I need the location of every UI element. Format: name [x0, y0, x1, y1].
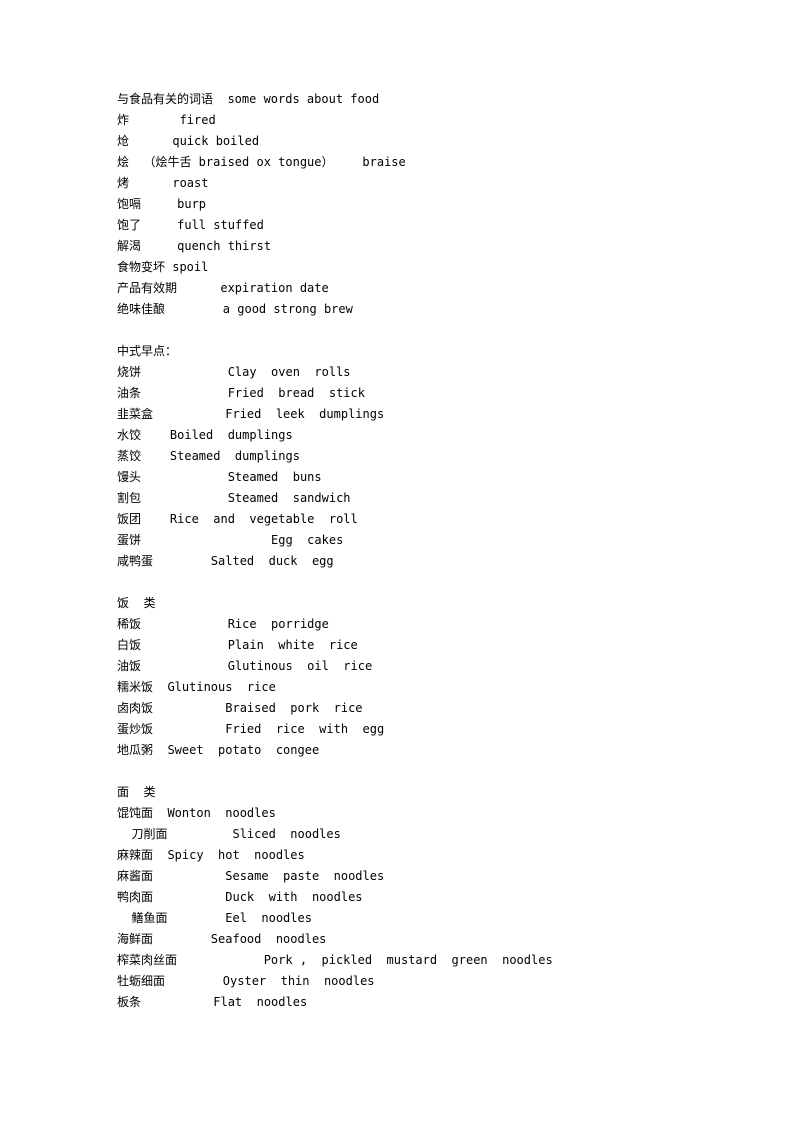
entry-line: 卤肉饭 Braised pork rice [117, 701, 363, 715]
entry-line: 割包 Steamed sandwich [117, 491, 351, 505]
entry-line: 饱了 full stuffed [117, 218, 264, 232]
entry-line: 鸭肉面 Duck with noodles [117, 890, 363, 904]
entry-line: 榨菜肉丝面 Pork , pickled mustard green noodl… [117, 953, 553, 967]
entry-line: 炝 quick boiled [117, 134, 260, 148]
entry-line: 蒸饺 Steamed dumplings [117, 449, 300, 463]
section-heading-noodles-category: 面 类 [117, 785, 156, 799]
entry-line: 鳝鱼面 Eel noodles [117, 911, 312, 925]
entry-line: 绝味佳酿 a good strong brew [117, 302, 353, 316]
entry-line: 稀饭 Rice porridge [117, 617, 329, 631]
entry-line: 海鲜面 Seafood noodles [117, 932, 327, 946]
entry-line: 烧饼 Clay oven rolls [117, 365, 351, 379]
entry-line: 地瓜粥 Sweet potato congee [117, 743, 320, 757]
entry-line: 烩 （烩牛舌 braised ox tongue） braise [117, 155, 406, 169]
entry-line: 麻辣面 Spicy hot noodles [117, 848, 305, 862]
section-heading-rice-category: 饭 类 [117, 596, 156, 610]
entry-line: 牡蛎细面 Oyster thin noodles [117, 974, 375, 988]
section-heading-food-words: 与食品有关的词语 some words about food [117, 92, 380, 106]
entry-line: 蛋饼 Egg cakes [117, 533, 344, 547]
entry-line: 刀削面 Sliced noodles [117, 827, 341, 841]
entry-line: 食物变坏 spoil [117, 260, 209, 274]
entry-line: 馄饨面 Wonton noodles [117, 806, 276, 820]
entry-line: 板条 Flat noodles [117, 995, 308, 1009]
entry-line: 油条 Fried bread stick [117, 386, 365, 400]
entry-line: 饱嗝 burp [117, 197, 207, 211]
entry-line: 糯米饭 Glutinous rice [117, 680, 276, 694]
entry-line: 白饭 Plain white rice [117, 638, 358, 652]
entry-line: 饭团 Rice and vegetable roll [117, 512, 358, 526]
entry-line: 烤 roast [117, 176, 209, 190]
entry-line: 油饭 Glutinous oil rice [117, 659, 373, 673]
document-page: 与食品有关的词语 some words about food 炸 fired 炝 q… [0, 0, 794, 1123]
entry-line: 韭菜盒 Fried leek dumplings [117, 407, 385, 421]
entry-line: 水饺 Boiled dumplings [117, 428, 293, 442]
entry-line: 解渴 quench thirst [117, 239, 272, 253]
document-text-body: 与食品有关的词语 some words about food 炸 fired 炝 q… [117, 89, 734, 1013]
entry-line: 蛋炒饭 Fried rice with egg [117, 722, 385, 736]
entry-line: 麻酱面 Sesame paste noodles [117, 869, 385, 883]
entry-line: 产品有效期 expiration date [117, 281, 329, 295]
section-heading-chinese-breakfast: 中式早点： [117, 344, 178, 358]
entry-line: 炸 fired [117, 113, 216, 127]
entry-line: 馒头 Steamed buns [117, 470, 322, 484]
entry-line: 咸鸭蛋 Salted duck egg [117, 554, 334, 568]
